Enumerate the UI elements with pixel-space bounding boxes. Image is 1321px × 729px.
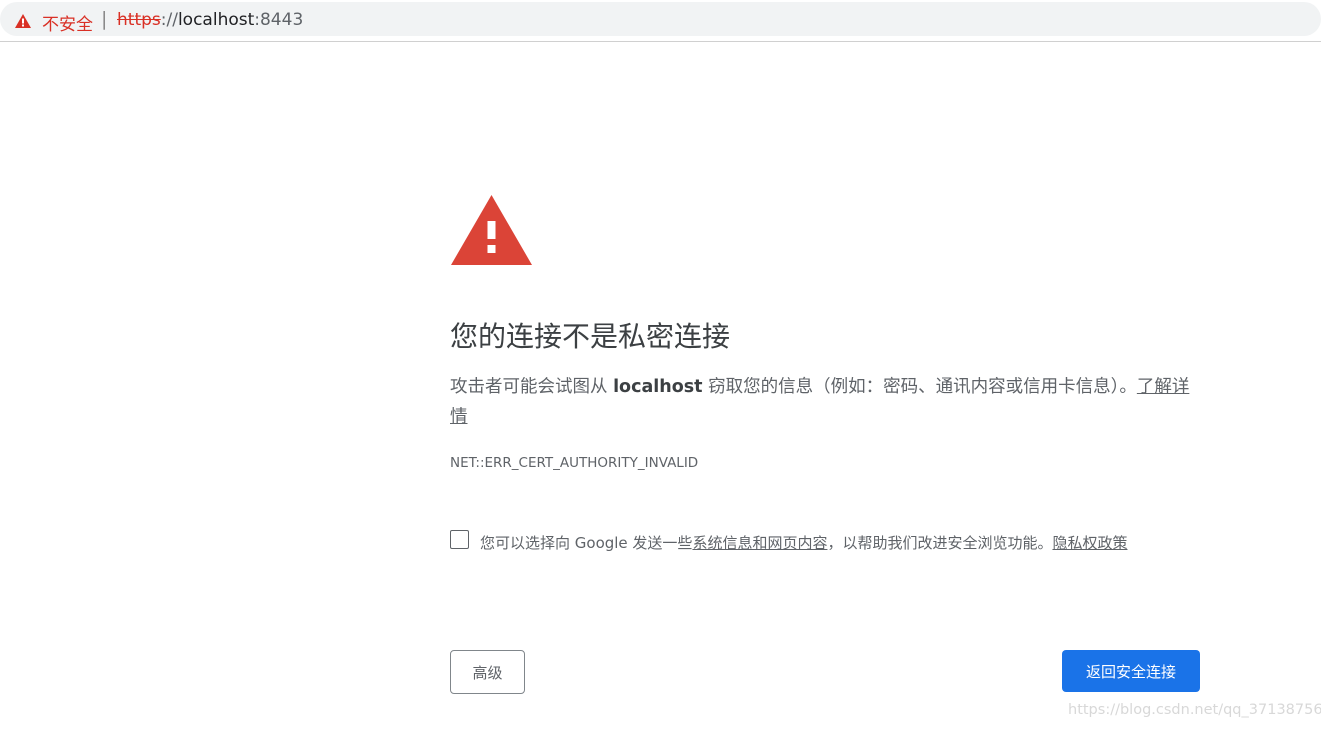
send-report-checkbox[interactable] [450,530,469,549]
system-info-link[interactable]: 系统信息和网页内容 [692,534,827,552]
watermark: https://blog.csdn.net/qq_37138756 [1068,702,1321,718]
not-secure-label[interactable]: 不安全 [42,10,93,35]
url-port: :8443 [254,10,304,30]
page-title: 您的连接不是私密连接 [450,320,731,353]
omnibox[interactable]: 不安全 | https://localhost:8443 [0,2,1321,36]
url-text[interactable]: https://localhost:8443 [117,10,303,30]
url-host: localhost [177,10,255,30]
address-separator: | [101,8,108,30]
privacy-policy-link[interactable]: 隐私权政策 [1052,534,1127,552]
optin-middle: ，以帮助我们改进安全浏览功能。 [827,534,1053,552]
advanced-button[interactable]: 高级 [450,650,525,694]
danger-triangle-icon [451,195,532,265]
warning-triangle-icon[interactable] [14,13,32,29]
url-slashes: :// [160,10,178,30]
main-message: 攻击者可能会试图从 localhost 窃取您的信息（例如：密码、通讯内容或信用… [450,372,1200,432]
message-suffix: 窃取您的信息（例如：密码、通讯内容或信用卡信息）。 [702,377,1137,397]
address-bar: 不安全 | https://localhost:8443 [0,0,1321,42]
back-to-safety-button[interactable]: 返回安全连接 [1062,650,1200,692]
optin-prefix: 您可以选择向 Google 发送一些 [480,534,693,552]
optin-text: 您可以选择向 Google 发送一些系统信息和网页内容，以帮助我们改进安全浏览功… [480,528,1200,558]
message-prefix: 攻击者可能会试图从 [450,377,614,397]
url-scheme: https [117,10,161,30]
message-host: localhost [613,377,703,397]
error-code: NET::ERR_CERT_AUTHORITY_INVALID [450,455,699,471]
